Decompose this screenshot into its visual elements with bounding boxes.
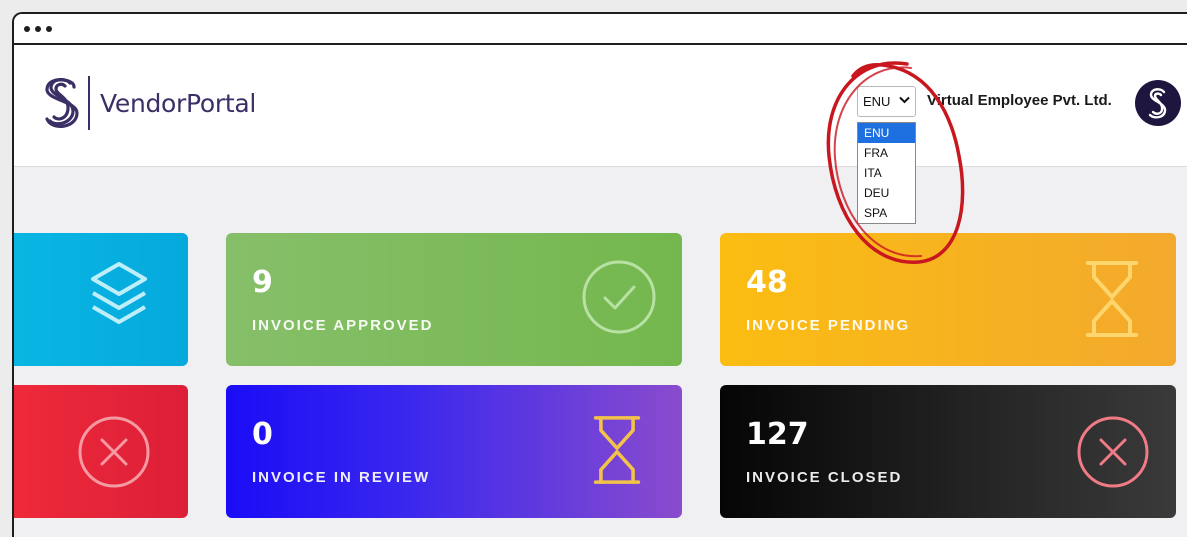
dashboard-content: 9 INVOICE APPROVED 48 INVOICE PENDING 0 … — [14, 167, 1187, 537]
language-option[interactable]: DEU — [858, 183, 915, 203]
window-control-dot[interactable] — [35, 25, 41, 32]
window-control-dot[interactable] — [24, 25, 30, 32]
language-option[interactable]: SPA — [858, 203, 915, 223]
window-control-dot[interactable] — [46, 25, 52, 32]
window-titlebar — [14, 14, 1187, 45]
stat-value: 9 — [252, 265, 273, 300]
language-option[interactable]: ENU — [858, 123, 915, 143]
language-dropdown-list: ENU FRA ITA DEU SPA — [857, 122, 916, 224]
stat-label: INVOICE IN REVIEW — [252, 469, 431, 486]
brand-logo[interactable]: VendorPortal — [44, 75, 256, 131]
close-circle-icon — [1077, 416, 1149, 488]
hourglass-icon — [593, 416, 641, 484]
stat-card-approved[interactable]: 9 INVOICE APPROVED — [226, 233, 682, 366]
language-select[interactable]: ENU — [857, 86, 916, 117]
stat-label: INVOICE PENDING — [746, 317, 911, 334]
stat-card-pending[interactable]: 48 INVOICE PENDING — [720, 233, 1176, 366]
language-selected-value: ENU — [863, 94, 891, 109]
language-option[interactable]: FRA — [858, 143, 915, 163]
stat-value: 127 — [746, 417, 809, 452]
logo-divider — [88, 76, 90, 130]
stat-card-review[interactable]: 0 INVOICE IN REVIEW — [226, 385, 682, 518]
brand-name: VendorPortal — [100, 88, 257, 118]
layers-icon — [91, 262, 147, 324]
stat-card-closed[interactable]: 127 INVOICE CLOSED — [720, 385, 1176, 518]
company-name: Virtual Employee Pvt. Ltd. — [927, 92, 1112, 109]
chevron-down-icon — [899, 96, 910, 104]
logo-mark-icon — [1148, 88, 1167, 119]
stat-value: 0 — [252, 417, 273, 452]
avatar[interactable] — [1135, 80, 1181, 126]
logo-mark-icon — [45, 78, 79, 128]
close-circle-icon — [78, 416, 150, 488]
app-header: VendorPortal ENU ENU FRA ITA DEU SPA Vir… — [14, 45, 1187, 224]
stat-label: INVOICE APPROVED — [252, 317, 434, 334]
stat-label: INVOICE CLOSED — [746, 469, 903, 486]
stat-card-rejected[interactable] — [14, 385, 188, 518]
stat-value: 48 — [746, 265, 788, 300]
browser-window: VendorPortal ENU ENU FRA ITA DEU SPA Vir… — [12, 12, 1187, 537]
hourglass-icon — [1086, 261, 1138, 337]
language-option[interactable]: ITA — [858, 163, 915, 183]
check-circle-icon — [582, 260, 656, 334]
stat-card-total[interactable] — [14, 233, 188, 366]
